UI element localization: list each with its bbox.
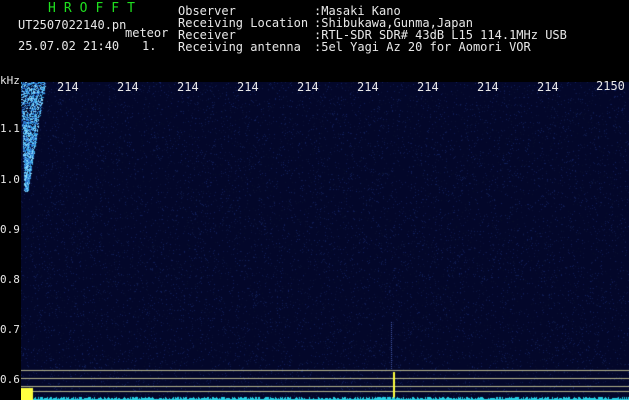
y-tick-label: 1.0 — [0, 173, 20, 186]
x-tick-label: 214 — [297, 80, 319, 94]
x-tick-label: 214 — [177, 80, 199, 94]
y-tick-label: 0.7 — [0, 323, 20, 336]
info-label: Receiving antenna — [178, 40, 301, 54]
y-tick-label: 1.1 — [0, 122, 20, 135]
y-tick-label: 0.9 — [0, 223, 20, 236]
info-antenna: Receiving antenna :5el Yagi Az 20 for Aom… — [178, 40, 531, 54]
x-tick-label-last: 2150 — [596, 79, 625, 93]
y-axis-unit: kHz — [0, 74, 20, 87]
x-tick-label: 214 — [237, 80, 259, 94]
x-tick-label: 214 — [117, 80, 139, 94]
y-tick-label: 0.6 — [0, 373, 20, 386]
file-name: UT2507022140.pn — [18, 18, 127, 32]
app-logo: HROFFT — [48, 1, 143, 16]
x-tick-label: 214 — [537, 80, 559, 94]
x-tick-label: 214 — [417, 80, 439, 94]
waterfall-spectrogram — [21, 82, 629, 400]
info-value: :5el Yagi Az 20 for Aomori VOR — [314, 40, 531, 54]
meteor-tag: meteor — [125, 26, 169, 40]
image-index: 1. — [142, 39, 157, 53]
spectrogram-canvas — [21, 82, 629, 400]
y-tick-label: 0.8 — [0, 273, 20, 286]
header-panel: HROFFT UT2507022140.pn meteor 25.07.02 2… — [0, 0, 629, 72]
date-time: 25.07.02 21:40 — [18, 39, 120, 53]
x-tick-label: 214 — [57, 80, 79, 94]
x-tick-label: 214 — [477, 80, 499, 94]
x-tick-label: 214 — [357, 80, 379, 94]
